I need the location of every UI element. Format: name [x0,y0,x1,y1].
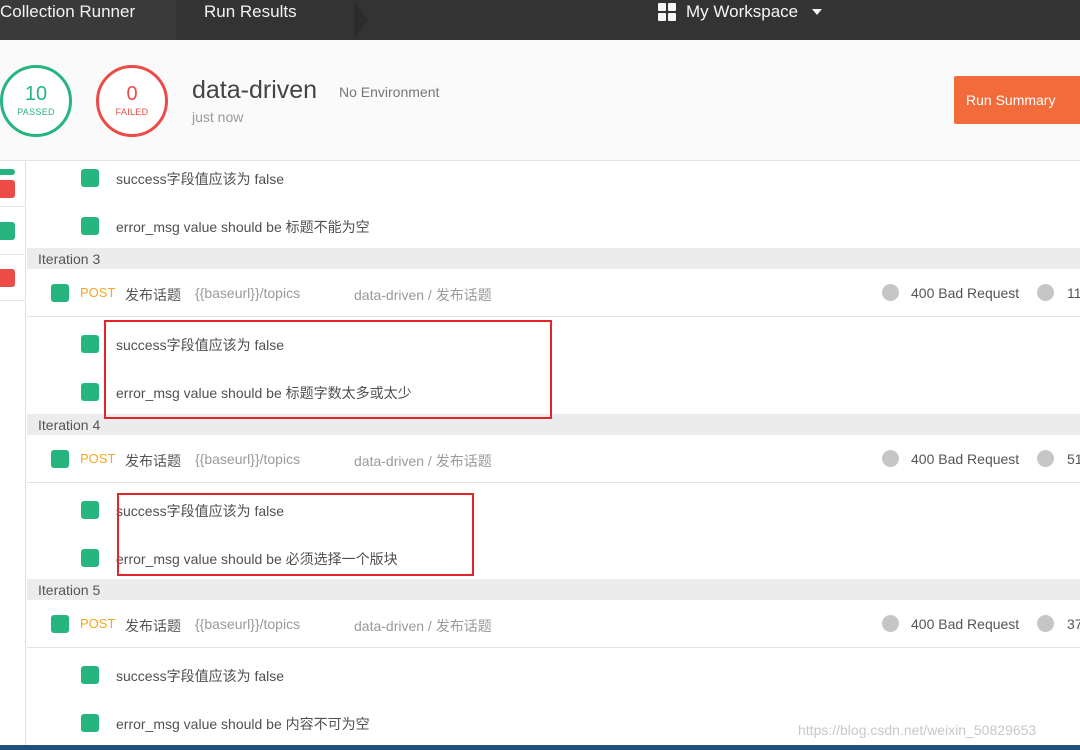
highlight-box [117,493,474,576]
test-result-row: success字段值应该为 false [27,662,1080,686]
response-status: 400 Bad Request [911,616,1020,632]
request-path: data-driven / 发布话题 [354,287,492,303]
failed-label: FAILED [115,107,149,117]
request-method: POST [80,285,116,300]
pass-check-icon [51,615,69,633]
test-result-row: success字段值应该为 false [27,165,1080,189]
time-dot-icon [1037,284,1054,301]
breadcrumb-label: Run Results [204,2,297,21]
request-name: 发布话题 [125,287,181,303]
request-method: POST [80,616,116,631]
taskbar-strip [0,745,1080,750]
pass-check-icon [51,450,69,468]
test-assertion-text: error_msg value should be 内容不可为空 [116,716,370,732]
iteration-sidebar-item[interactable] [0,161,26,207]
pass-status-icon [0,169,15,175]
breadcrumb-collection-runner[interactable]: Collection Runner [0,0,176,40]
failed-counter: 0 FAILED [96,65,168,137]
run-time: just now [192,109,244,125]
pass-check-icon [81,335,99,353]
chevron-down-icon [812,9,823,15]
passed-counter: 10 PASSED [0,65,72,137]
request-row[interactable]: POST 发布话题 {{baseurl}}/topics data-driven… [27,269,1080,317]
passed-label: PASSED [17,107,55,117]
iteration-sidebar [0,161,26,750]
status-dot-icon [882,284,899,301]
request-path: data-driven / 发布话题 [354,453,492,469]
breadcrumb-separator [354,0,368,40]
top-bar: Collection Runner Run Results My Workspa… [0,0,1080,40]
pass-check-icon [81,501,99,519]
request-row[interactable]: POST 发布话题 {{baseurl}}/topics data-driven… [27,600,1080,648]
environment-label: No Environment [339,84,440,100]
status-dot-icon [882,615,899,632]
request-path: data-driven / 发布话题 [354,618,492,634]
test-assertion-text: success字段值应该为 false [116,668,285,684]
pass-check-icon [81,169,99,187]
pass-check-icon [81,217,99,235]
watermark-text: https://blog.csdn.net/weixin_50829653 [798,722,1037,738]
fail-status-icon [0,180,15,198]
request-row[interactable]: POST 发布话题 {{baseurl}}/topics data-driven… [27,435,1080,483]
iteration-label: Iteration 4 [38,417,101,433]
iteration-label: Iteration 3 [38,251,101,267]
response-status: 400 Bad Request [911,285,1020,301]
response-time: 37 [1067,616,1080,632]
response-status: 400 Bad Request [911,451,1020,467]
iteration-label: Iteration 5 [38,582,101,598]
pass-check-icon [81,383,99,401]
workspace-grid-icon [658,3,676,21]
time-dot-icon [1037,615,1054,632]
breadcrumb-label: Collection Runner [0,2,136,21]
time-dot-icon [1037,450,1054,467]
iteration-sidebar-item[interactable] [0,207,26,255]
pass-check-icon [81,714,99,732]
request-url: {{baseurl}}/topics [195,451,301,467]
request-url: {{baseurl}}/topics [195,616,301,632]
test-assertion-text: success字段值应该为 false [116,171,285,187]
run-summary-button[interactable]: Run Summary [954,76,1080,124]
iteration-sidebar-item[interactable] [0,255,26,301]
iteration-header: Iteration 5 [27,579,1080,600]
fail-status-icon [0,269,15,287]
iteration-header: Iteration 3 [27,248,1080,269]
pass-check-icon [81,549,99,567]
test-assertion-text: error_msg value should be 标题不能为空 [116,219,370,235]
request-url: {{baseurl}}/topics [195,285,301,301]
failed-count: 0 [126,83,138,105]
breadcrumb-run-results[interactable]: Run Results [176,0,354,40]
pass-check-icon [51,284,69,302]
response-time: 11 [1067,285,1080,301]
collection-name: data-driven [192,76,318,104]
status-dot-icon [882,450,899,467]
workspace-switcher[interactable]: My Workspace [658,0,823,24]
workspace-label: My Workspace [686,2,799,21]
run-summary-header: 10 PASSED 0 FAILED data-driven No Enviro… [0,40,1080,161]
response-time: 51 [1067,451,1080,467]
results-list: success字段值应该为 false error_msg value shou… [27,161,1080,750]
request-name: 发布话题 [125,618,181,634]
request-name: 发布话题 [125,453,181,469]
test-result-row: error_msg value should be 标题不能为空 [27,213,1080,237]
passed-count: 10 [24,83,48,105]
pass-status-icon [0,222,15,240]
request-method: POST [80,451,116,466]
highlight-box [104,320,552,419]
pass-check-icon [81,666,99,684]
